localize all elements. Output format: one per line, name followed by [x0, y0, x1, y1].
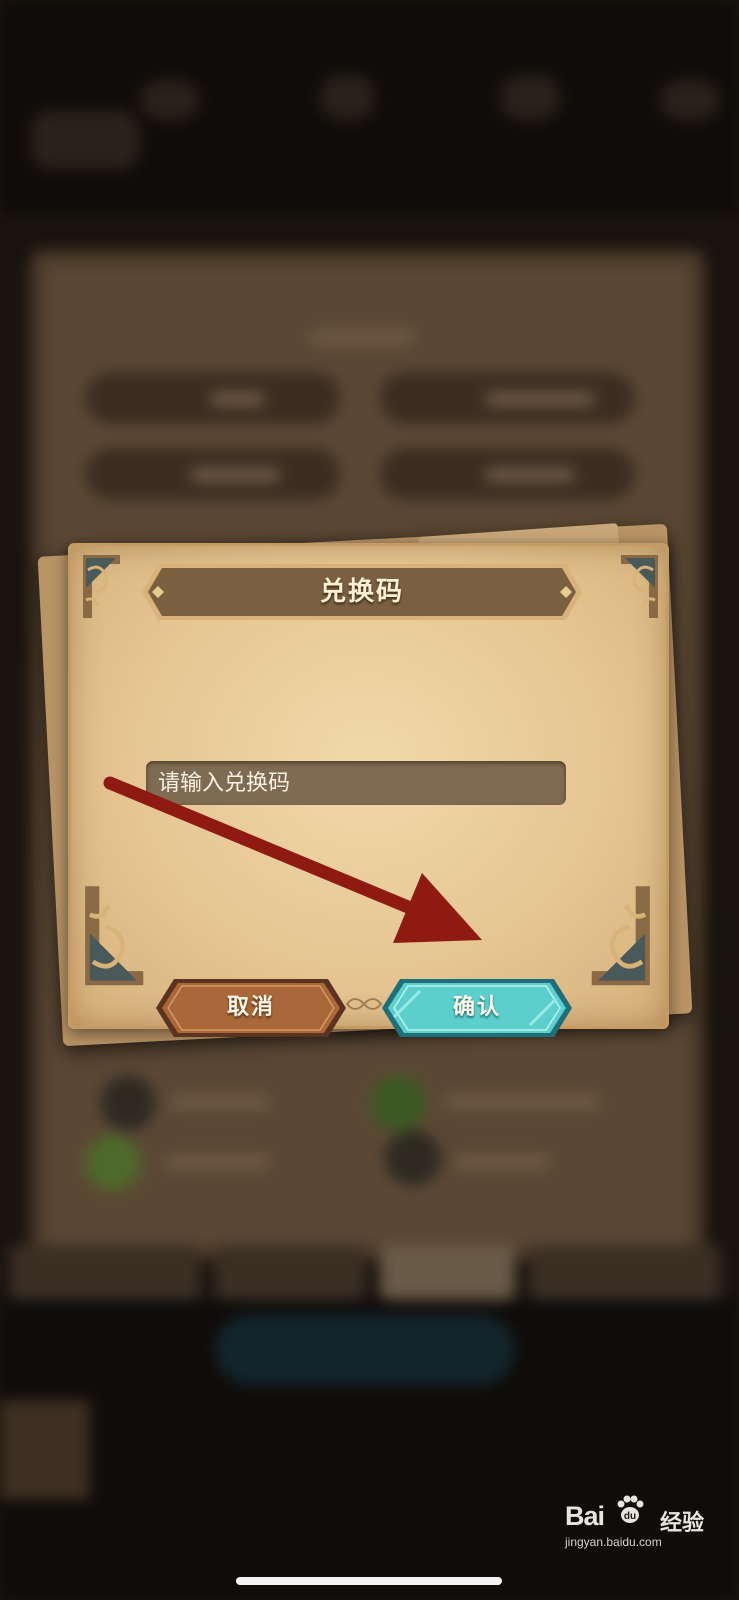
- bg-top-element: [320, 75, 375, 120]
- bg-tab: [10, 1245, 200, 1300]
- home-indicator[interactable]: [236, 1577, 502, 1585]
- cancel-button-label: 取消: [226, 995, 275, 1020]
- bg-tab: [530, 1245, 720, 1300]
- watermark-brand: Bai: [565, 1501, 605, 1531]
- bg-top-element: [140, 80, 200, 120]
- bg-reward-icon: [370, 1075, 426, 1131]
- button-separator-ornament: [345, 998, 383, 1010]
- bg-tab: [215, 1245, 365, 1300]
- watermark-jingyan: 经验: [660, 1511, 705, 1536]
- bg-top-element: [660, 80, 720, 120]
- bg-setting-text: [190, 468, 280, 482]
- baidu-paw-icon: du: [617, 1495, 644, 1523]
- bg-bottom-corner: [0, 1400, 90, 1500]
- celtic-knot-corner-icon: [621, 555, 658, 618]
- bg-reward-text: [170, 1095, 270, 1109]
- watermark-url: jingyan.baidu.com: [565, 1535, 662, 1549]
- celtic-knot-corner-icon: [85, 886, 144, 986]
- bg-reward-icon: [385, 1130, 441, 1186]
- confirm-button-label: 确认: [452, 995, 501, 1020]
- redeem-code-input[interactable]: [146, 761, 566, 805]
- bg-top-element: [500, 75, 560, 120]
- bg-setting-text: [210, 392, 265, 406]
- confirm-button[interactable]: 确认: [380, 977, 574, 1039]
- bg-top-element: [30, 110, 140, 170]
- bg-setting-text: [485, 392, 595, 406]
- bg-bottom-glow: [215, 1315, 515, 1385]
- celtic-knot-corner-icon: [591, 886, 650, 986]
- bg-heading: [310, 330, 415, 344]
- bg-setting-text: [485, 468, 575, 482]
- celtic-knot-corner-icon: [83, 555, 120, 618]
- bg-reward-icon: [100, 1075, 156, 1131]
- watermark-paw-text: du: [624, 1511, 636, 1522]
- bg-reward-text: [165, 1155, 270, 1169]
- cancel-button[interactable]: 取消: [154, 977, 348, 1039]
- bg-tab-active: [380, 1245, 515, 1300]
- bg-reward-text: [455, 1155, 550, 1169]
- bg-reward-icon: [85, 1135, 141, 1191]
- baidu-jingyan-watermark: Bai du 经验 jingyan.baidu.com: [565, 1495, 725, 1555]
- dialog-title: 兑换码: [319, 577, 404, 607]
- bg-reward-text: [445, 1095, 600, 1109]
